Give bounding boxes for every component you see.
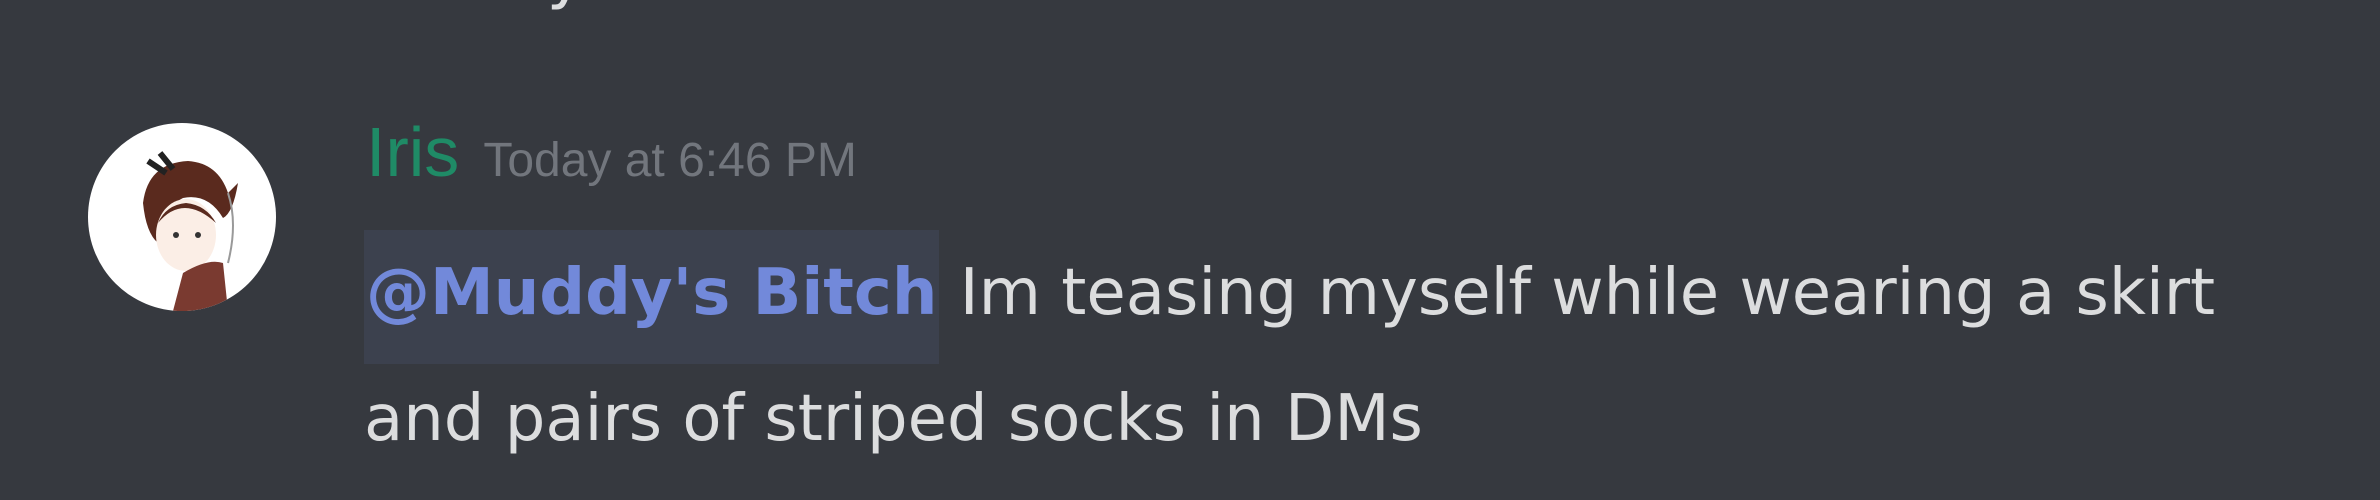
message-timestamp: Today at 6:46 PM — [483, 134, 857, 187]
author-name[interactable]: Iris — [366, 113, 459, 191]
user-mention[interactable]: @Muddy's Bitch — [364, 230, 940, 364]
message-content: @Muddy's Bitch Im teasing myself while w… — [364, 230, 2324, 482]
message-header: Iris Today at 6:46 PM — [366, 112, 857, 192]
anime-girl-avatar-icon — [143, 151, 238, 311]
avatar[interactable] — [88, 123, 276, 311]
previous-message-text: Muddy's Bitch. — [364, 0, 848, 14]
